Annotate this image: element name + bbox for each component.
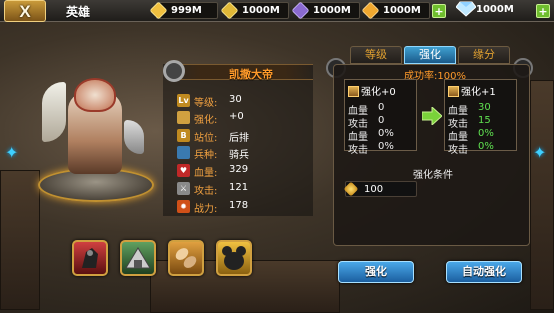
current-stats-title: 强化+0	[348, 83, 396, 98]
close-icon: X	[19, 1, 31, 21]
resource-gold: 999M	[149, 1, 218, 20]
stat-value: 骑兵	[229, 150, 249, 161]
stat-value: 329	[229, 164, 249, 175]
enhance-button[interactable]: 强化	[338, 261, 414, 283]
cmp-row: 攻击 0%	[348, 141, 394, 156]
gold-coin-icon	[343, 181, 359, 197]
gear-icon	[163, 60, 185, 82]
hero-info-panel: 凯撒大帝 Lv 等级: 30 强化: +0 B 站位: 后排 兵种: 骑兵 ♥ …	[163, 60, 313, 216]
requirement-bar: 100	[343, 181, 417, 197]
shelf-right	[530, 80, 554, 310]
stat-value: +0	[229, 111, 244, 122]
enhance-icon	[177, 111, 190, 124]
requirement-title: 强化条件	[413, 170, 453, 181]
tab-enhance[interactable]: 强化	[404, 46, 456, 64]
camp-icon	[125, 247, 151, 269]
power-icon: ✹	[177, 200, 190, 213]
stat-label: 站位:	[194, 133, 218, 144]
hero-name-bar: 凯撒大帝	[171, 64, 313, 81]
current-title-text: 强化+0	[361, 87, 396, 98]
tab-fate[interactable]: 缘分	[458, 46, 510, 64]
hero-portrait	[30, 70, 160, 202]
resource-purple: 1000M	[291, 1, 360, 20]
add-resource-button[interactable]: +	[432, 4, 446, 18]
stat-label: 强化:	[194, 115, 218, 126]
current-stats-box: 强化+0 血量 0 攻击 0 血量 0% 攻击 0%	[344, 79, 417, 156]
stat-value: 121	[229, 182, 249, 193]
hero-shield	[42, 82, 66, 142]
next-stats-box: 强化+1 血量 30 攻击 15 血量 0% 攻击 0%	[444, 79, 517, 156]
resource-purple-value: 1000M	[313, 5, 351, 16]
page-title: 英雄	[66, 5, 91, 19]
skill-slot-3[interactable]	[168, 240, 204, 276]
skill-slot-2[interactable]	[120, 240, 156, 276]
arrow-right-icon	[422, 107, 442, 125]
next-stats-title: 强化+1	[448, 83, 496, 98]
close-button[interactable]: X	[4, 0, 46, 22]
stat-label: 攻击:	[194, 186, 218, 197]
requirement-value: 100	[364, 184, 384, 195]
stat-label: 兵种:	[194, 150, 218, 161]
enhance-icon	[448, 86, 459, 97]
prev-hero-arrow-icon[interactable]: ✦	[5, 143, 18, 162]
hero-name: 凯撒大帝	[229, 68, 273, 81]
attack-icon: ⚔	[177, 182, 190, 195]
troop-icon	[177, 146, 190, 159]
hero-weapon	[124, 120, 144, 154]
horse-rider-icon	[82, 248, 98, 268]
next-title-text: 强化+1	[461, 87, 496, 98]
enhance-panel: 成功率:100% 强化+0 血量 0 攻击 0 血量 0% 攻击 0% 强化+1 血量 3…	[333, 64, 530, 246]
resource-orange: 1000M	[361, 1, 430, 20]
bear-icon	[222, 246, 246, 270]
resource-diamond: 1000M	[470, 2, 532, 19]
resource-gold-value: 999M	[171, 5, 202, 16]
tab-level[interactable]: 等级	[350, 46, 402, 64]
enhance-icon	[348, 86, 359, 97]
stat-value: 30	[229, 94, 242, 105]
cmp-row: 攻击 0%	[448, 141, 494, 156]
stat-label: 血量:	[194, 168, 218, 179]
skill-slot-4[interactable]	[216, 240, 252, 276]
stat-value: 后排	[229, 133, 249, 144]
add-diamond-button[interactable]: +	[536, 4, 550, 18]
resource-diamond-value: 1000M	[476, 4, 514, 15]
resource-yellow-value: 1000M	[242, 5, 280, 16]
resource-yellow: 1000M	[220, 1, 289, 20]
hero-helmet	[74, 78, 116, 112]
next-hero-arrow-icon[interactable]: ✦	[533, 143, 546, 162]
scroll-icon	[175, 248, 197, 268]
stat-label: 等级:	[194, 98, 218, 109]
skill-slot-1[interactable]	[72, 240, 108, 276]
position-icon: B	[177, 129, 190, 142]
stat-label: 战力:	[194, 204, 218, 215]
heart-icon: ♥	[177, 164, 190, 177]
level-icon: Lv	[177, 94, 190, 107]
stat-value: 178	[229, 200, 249, 211]
auto-enhance-button[interactable]: 自动强化	[446, 261, 522, 283]
resource-orange-value: 1000M	[383, 5, 421, 16]
